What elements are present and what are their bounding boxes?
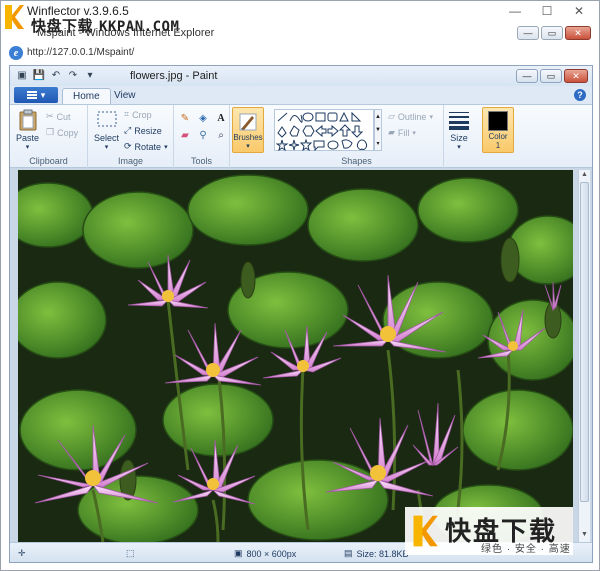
fill-button[interactable]: ▰ Fill ▾ bbox=[388, 127, 416, 138]
paint-minimize-button[interactable]: — bbox=[516, 69, 538, 83]
color1-group: Color 1 bbox=[480, 105, 520, 168]
clipboard-label: Clipboard bbox=[29, 156, 68, 166]
cut-button[interactable]: ✂ Cut bbox=[46, 111, 71, 122]
canvas-area: ▲ ▼ bbox=[10, 168, 592, 544]
disk-icon: ▤ bbox=[344, 548, 353, 558]
copy-icon: ❐ bbox=[46, 127, 55, 137]
select-icon bbox=[97, 111, 116, 127]
rotate-icon: ⟳ bbox=[124, 141, 132, 151]
cursor-position-icon: ✛ bbox=[18, 548, 26, 558]
winflector-window: Winflector v.3.9.6.5 — ☐ ✕ 快盘下载 KKPAN.COM… bbox=[0, 0, 600, 571]
shapes-group: ▲ ▼ ▾ ▱ Outline ▾ ▰ Fill ▾ Shapes bbox=[270, 105, 444, 168]
color1-button[interactable]: Color 1 bbox=[482, 107, 514, 153]
paste-button[interactable]: Paste ▾ bbox=[16, 109, 39, 151]
size-group: Size ▾ bbox=[444, 105, 480, 168]
address-url[interactable]: http://127.0.0.1/Mspaint/ bbox=[27, 47, 134, 58]
winflector-close-button[interactable]: ✕ bbox=[563, 1, 595, 21]
brushes-button[interactable]: Brushes ▾ bbox=[232, 107, 264, 153]
selection-size-icon: ⬚ bbox=[126, 548, 135, 558]
shapes-gallery[interactable] bbox=[274, 109, 374, 151]
kkpan-logo-icon bbox=[413, 515, 438, 547]
customize-icon[interactable]: ▾ bbox=[84, 69, 96, 81]
scissors-icon: ✂ bbox=[46, 111, 54, 121]
scrollbar-thumb[interactable] bbox=[580, 182, 589, 502]
scroll-down-icon[interactable]: ▼ bbox=[579, 531, 590, 541]
paste-icon bbox=[19, 109, 36, 131]
redo-icon[interactable]: ↷ bbox=[67, 69, 79, 81]
fill-bucket-icon[interactable]: ◈ bbox=[196, 111, 210, 125]
canvas-vertical-scrollbar[interactable]: ▲ ▼ bbox=[578, 170, 590, 542]
paint-close-button[interactable]: ✕ bbox=[564, 69, 588, 83]
color-picker-icon[interactable]: ⚲ bbox=[196, 128, 210, 142]
copy-button[interactable]: ❐ Copy bbox=[46, 127, 78, 138]
winflector-minimize-button[interactable]: — bbox=[499, 1, 531, 21]
scroll-up-icon[interactable]: ▲ bbox=[579, 171, 590, 181]
outline-button[interactable]: ▱ Outline ▾ bbox=[388, 111, 433, 122]
color1-swatch bbox=[488, 111, 508, 131]
pencil-icon[interactable]: ✎ bbox=[178, 111, 192, 125]
paint-title-bar: ▣ 💾 ↶ ↷ ▾ flowers.jpg - Paint — ▭ ✕ bbox=[10, 66, 592, 86]
image-size-icon: ▣ bbox=[234, 548, 243, 558]
size-button[interactable]: Size ▾ bbox=[448, 109, 470, 151]
brushes-group: Brushes ▾ bbox=[230, 105, 270, 168]
outline-icon: ▱ bbox=[388, 111, 395, 121]
paint-title: flowers.jpg - Paint bbox=[130, 70, 218, 82]
tools-label: Tools bbox=[190, 156, 212, 166]
flowers-image[interactable] bbox=[18, 170, 573, 542]
expand-icon: ▾ bbox=[376, 140, 380, 147]
shapes-gallery-icons bbox=[276, 111, 367, 151]
ie-close-button[interactable]: ✕ bbox=[565, 26, 591, 40]
ie-address-bar[interactable]: e http://127.0.0.1/Mspaint/ bbox=[5, 43, 597, 63]
clipboard-group: Paste ▾ ✂ Cut ❐ Copy Clipboard bbox=[10, 105, 88, 168]
resize-button[interactable]: ⤢ Resize bbox=[124, 125, 162, 136]
crop-icon: ⌗ bbox=[124, 109, 130, 119]
line-size-icon bbox=[449, 112, 469, 130]
tools-group: ✎ ◈ A ▰ ⚲ ⌕ Tools bbox=[174, 105, 230, 168]
file-size: ▤ Size: 81.8KB bbox=[344, 548, 409, 559]
image-label: Image bbox=[117, 156, 143, 166]
quick-access-toolbar: ▣ 💾 ↶ ↷ ▾ bbox=[16, 69, 96, 81]
ie-logo-icon: e bbox=[9, 46, 23, 60]
text-icon[interactable]: A bbox=[214, 111, 228, 125]
image-group: Select ▾ ⌗ Crop ⤢ Resize ⟳ Rotate ▾ Image bbox=[88, 105, 174, 168]
paint-maximize-button[interactable]: ▭ bbox=[540, 69, 562, 83]
magnifier-icon[interactable]: ⌕ bbox=[214, 128, 228, 142]
shapes-label: Shapes bbox=[341, 156, 372, 166]
chevron-down-icon: ▾ bbox=[40, 89, 46, 100]
ie-title-bar: Mspaint - Windows Internet Explorer — ▭ … bbox=[5, 23, 597, 43]
ie-title: Mspaint - Windows Internet Explorer bbox=[37, 27, 215, 39]
ie-maximize-button[interactable]: ▭ bbox=[541, 26, 563, 40]
watermark-bottom: 快盘下载 绿色 · 安全 · 高速 bbox=[405, 507, 573, 555]
ie-minimize-button[interactable]: — bbox=[517, 26, 539, 40]
water-lily-photo bbox=[18, 170, 573, 542]
ribbon: Paste ▾ ✂ Cut ❐ Copy Clipboard Select ▾ ⌗ C… bbox=[10, 104, 592, 168]
winflector-maximize-button[interactable]: ☐ bbox=[531, 1, 563, 21]
paint-window: ▣ 💾 ↶ ↷ ▾ flowers.jpg - Paint — ▭ ✕ ▾ Ho… bbox=[9, 65, 593, 563]
resize-icon: ⤢ bbox=[124, 125, 132, 135]
undo-icon[interactable]: ↶ bbox=[50, 69, 62, 81]
shapes-scrollbar[interactable]: ▲ ▼ ▾ bbox=[374, 109, 382, 151]
save-icon[interactable]: 💾 bbox=[33, 69, 45, 81]
menu-icon bbox=[26, 91, 37, 99]
eraser-icon[interactable]: ▰ bbox=[178, 128, 192, 142]
crop-button[interactable]: ⌗ Crop bbox=[124, 109, 152, 120]
paint-app-icon[interactable]: ▣ bbox=[16, 69, 28, 81]
watermark-bottom-slogan: 绿色 · 安全 · 高速 bbox=[481, 544, 571, 555]
paint-menu-button[interactable]: ▾ bbox=[14, 87, 58, 103]
rotate-button[interactable]: ⟳ Rotate ▾ bbox=[124, 141, 168, 152]
image-dimensions: ▣ 800 × 600px bbox=[234, 548, 297, 559]
ribbon-tabs: ▾ Home View ? bbox=[10, 86, 592, 104]
tab-view[interactable]: View bbox=[104, 88, 146, 104]
chevron-down-icon: ▼ bbox=[375, 126, 381, 133]
help-icon[interactable]: ? bbox=[574, 89, 586, 101]
brush-icon bbox=[239, 113, 257, 131]
chevron-up-icon: ▲ bbox=[375, 113, 381, 120]
select-button[interactable]: Select ▾ bbox=[94, 109, 119, 151]
fill-icon: ▰ bbox=[388, 127, 395, 137]
